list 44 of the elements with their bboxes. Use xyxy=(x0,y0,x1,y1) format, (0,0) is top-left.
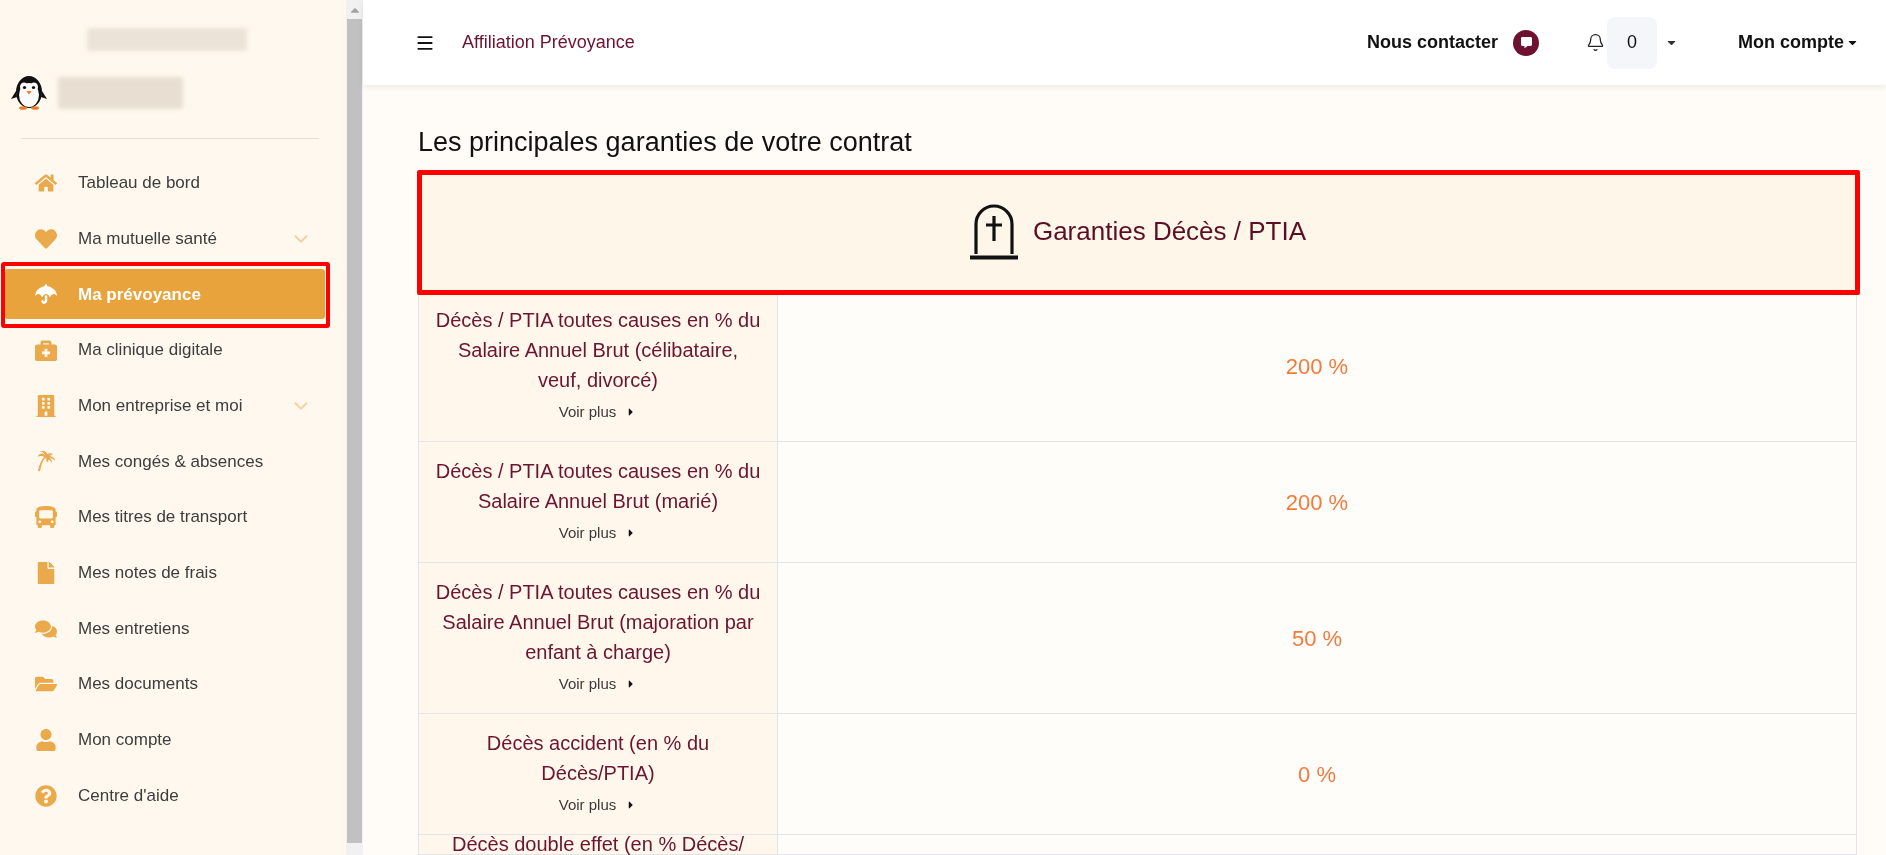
sidebar-item[interactable]: Centre d'aide xyxy=(5,770,325,821)
bell-icon[interactable] xyxy=(1586,33,1605,52)
umbrella-icon xyxy=(35,283,57,306)
palm-tree-icon xyxy=(35,450,57,473)
page-heading: Les principales garanties de votre contrat xyxy=(418,127,913,157)
document-icon xyxy=(35,561,57,584)
sidebar-item[interactable]: Ma clinique digitale xyxy=(5,325,325,376)
sidebar-item[interactable]: Mes congés & absences xyxy=(5,436,325,487)
sidebar-item[interactable]: Mes notes de frais xyxy=(5,547,325,598)
bus-icon xyxy=(35,506,57,529)
voir-plus-link[interactable]: Voir plus xyxy=(558,790,638,820)
row-label: Décès / PTIA toutes causes en % du Salaire Annuel Brut (marié) xyxy=(434,459,762,514)
percentage-value: 200 % xyxy=(1285,488,1349,517)
percentage-value: 200 % xyxy=(1285,352,1349,381)
building-icon xyxy=(35,394,57,417)
percentage-value: 50 % xyxy=(1291,624,1343,653)
sidebar-item[interactable]: Mon compte xyxy=(5,714,325,765)
account-menu-button[interactable]: Mon compte xyxy=(1738,29,1859,56)
page-title: Affiliation Prévoyance xyxy=(462,31,635,54)
chat-icon xyxy=(1513,29,1539,56)
notification-count[interactable]: 0 xyxy=(1607,16,1657,69)
sidebar-item[interactable]: Mes entretiens xyxy=(5,603,325,654)
voir-plus-link[interactable]: Voir plus xyxy=(558,669,638,699)
heart-icon xyxy=(35,227,57,250)
percentage-value: 0 % xyxy=(1298,760,1336,789)
tombstone-icon xyxy=(968,203,1019,260)
row-label: Décès / PTIA toutes causes en % du Salaire Annuel Brut (célibataire, veuf, divorcé) xyxy=(434,308,762,393)
home-icon xyxy=(35,172,57,194)
medical-kit-icon xyxy=(35,339,57,362)
sidebar-item[interactable]: Mes titres de transport xyxy=(5,492,325,543)
sidebar-item[interactable]: Mon entreprise et moi xyxy=(5,380,325,431)
voir-plus-link[interactable]: Voir plus xyxy=(558,518,638,548)
penguin-icon xyxy=(10,75,48,110)
sidebar-item[interactable]: Ma mutuelle santé xyxy=(5,213,325,264)
sidebar-item[interactable]: Mes documents xyxy=(5,659,325,710)
sidebar-item[interactable]: Tableau de bord xyxy=(5,158,325,208)
contact-link[interactable]: Nous contacter xyxy=(1366,29,1539,56)
help-icon xyxy=(35,784,57,807)
row-label: Décès double effet (en % Décès/ xyxy=(451,835,745,854)
row-label: Décès accident (en % du Décès/PTIA) xyxy=(485,731,711,786)
section-title: Garanties Décès / PTIA xyxy=(1032,215,1307,248)
row-label: Décès / PTIA toutes causes en % du Salaire Annuel Brut (majoration par enfant à charge) xyxy=(434,580,762,665)
voir-plus-link[interactable]: Voir plus xyxy=(558,397,638,427)
user-icon xyxy=(35,728,57,751)
